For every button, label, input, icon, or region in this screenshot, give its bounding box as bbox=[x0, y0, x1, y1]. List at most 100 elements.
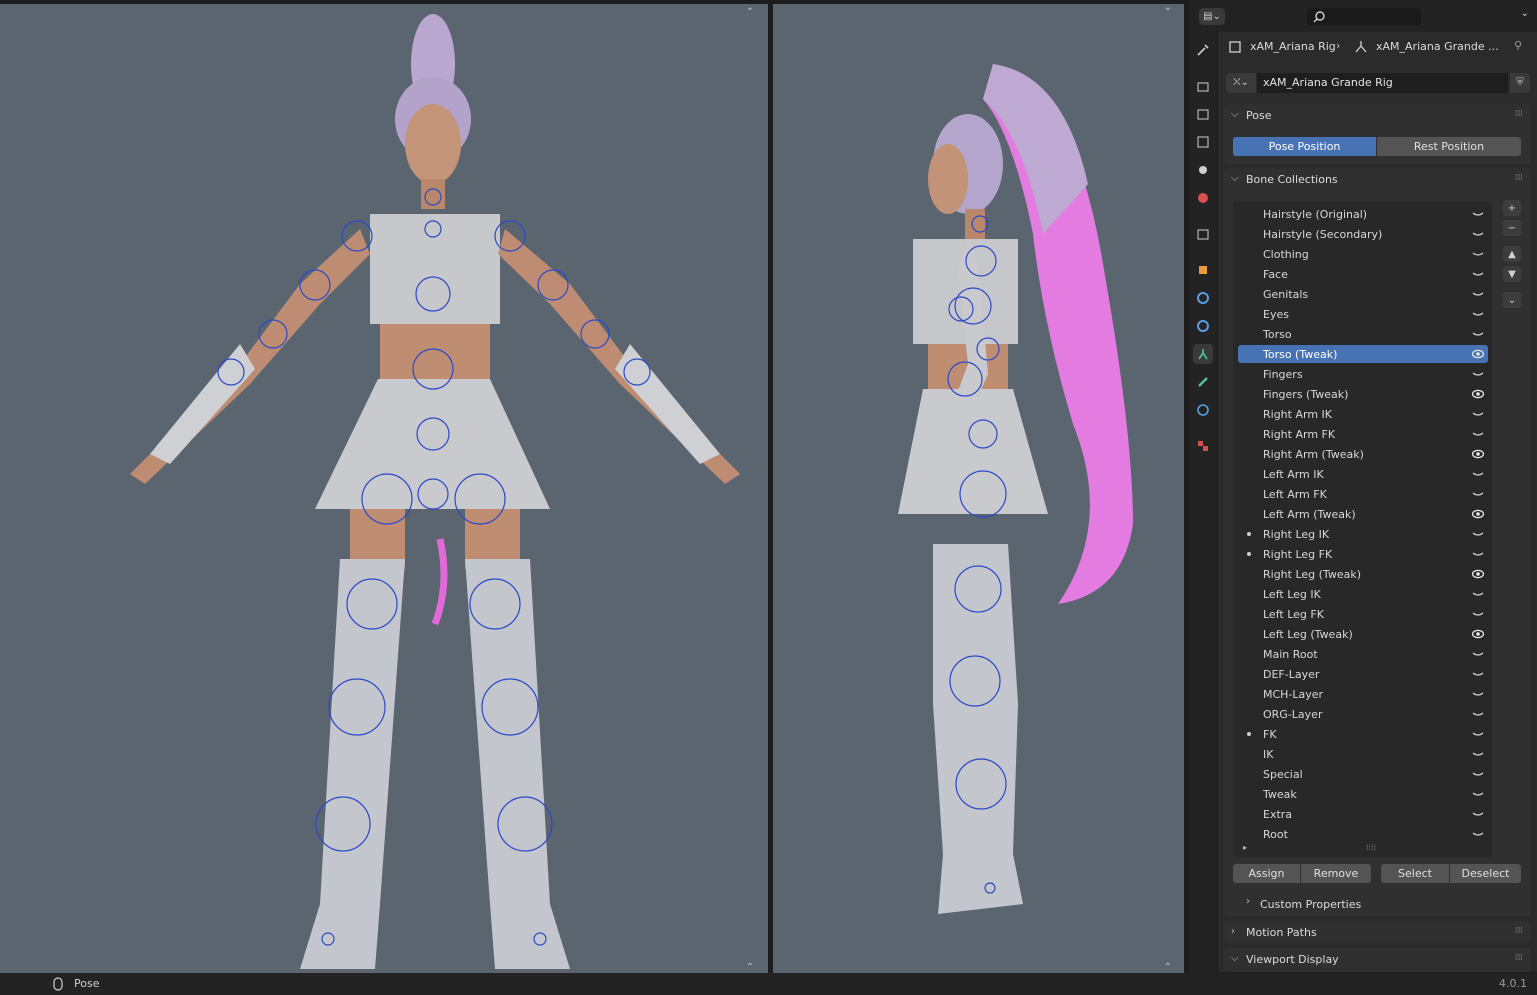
add-collection-button[interactable]: + bbox=[1503, 200, 1521, 216]
viewport-display-panel[interactable]: ⌵ Viewport Display ⁞⁞⁞⁞ bbox=[1224, 948, 1530, 972]
assign-button[interactable]: Assign bbox=[1233, 864, 1300, 883]
rest-position-button[interactable]: Rest Position bbox=[1377, 137, 1521, 156]
tool-tab-icon[interactable] bbox=[1193, 40, 1213, 60]
bone-collection-row[interactable]: Right Arm IK bbox=[1238, 405, 1488, 423]
bone-collection-row[interactable]: Eyes bbox=[1238, 305, 1488, 323]
eye-open-icon[interactable] bbox=[1472, 348, 1484, 360]
eye-closed-icon[interactable] bbox=[1472, 248, 1484, 260]
drag-handle-icon[interactable]: ⁞⁞⁞⁞ bbox=[1515, 109, 1524, 119]
bone-collection-row[interactable]: Clothing bbox=[1238, 245, 1488, 263]
pin-icon[interactable]: ⚲ bbox=[1514, 39, 1522, 52]
bone-collection-row[interactable]: Right Leg (Tweak) bbox=[1238, 565, 1488, 583]
eye-closed-icon[interactable] bbox=[1472, 548, 1484, 560]
armature-datablock-selector[interactable]: ⛌⌄ xAM_Ariana Grande Rig ⛨ bbox=[1226, 73, 1530, 93]
eye-closed-icon[interactable] bbox=[1472, 468, 1484, 480]
eye-closed-icon[interactable] bbox=[1472, 748, 1484, 760]
collection-tab-icon[interactable] bbox=[1193, 224, 1213, 244]
eye-closed-icon[interactable] bbox=[1472, 588, 1484, 600]
list-resize-grip-icon[interactable]: ⁞⁞⁞⁞ bbox=[1366, 843, 1376, 852]
bone-constraint-tab-icon[interactable] bbox=[1193, 400, 1213, 420]
bone-collections-title[interactable]: Bone Collections bbox=[1246, 173, 1338, 186]
bone-collection-row[interactable]: Right Leg IK bbox=[1238, 525, 1488, 543]
physics-tab-icon[interactable] bbox=[1193, 316, 1213, 336]
bone-collection-row[interactable]: Left Leg FK bbox=[1238, 605, 1488, 623]
area-corner-icon[interactable]: ⌃ bbox=[1164, 962, 1172, 973]
bone-collection-row[interactable]: Left Arm FK bbox=[1238, 485, 1488, 503]
chevron-down-icon[interactable]: ⌵ bbox=[1231, 109, 1239, 120]
eye-closed-icon[interactable] bbox=[1472, 368, 1484, 380]
eye-closed-icon[interactable] bbox=[1472, 828, 1484, 840]
bone-collection-row[interactable]: Tweak bbox=[1238, 785, 1488, 803]
select-button[interactable]: Select bbox=[1381, 864, 1449, 883]
output-tab-icon[interactable] bbox=[1193, 104, 1213, 124]
bone-collection-row[interactable]: Left Leg IK bbox=[1238, 585, 1488, 603]
pose-panel-title[interactable]: Pose bbox=[1246, 109, 1271, 122]
eye-closed-icon[interactable] bbox=[1472, 488, 1484, 500]
front-viewport[interactable]: ⌄ ⌃ bbox=[0, 4, 768, 973]
scene-tab-icon[interactable] bbox=[1193, 160, 1213, 180]
bone-collection-row[interactable]: Left Arm (Tweak) bbox=[1238, 505, 1488, 523]
bone-collection-row[interactable]: Left Leg (Tweak) bbox=[1238, 625, 1488, 643]
expand-arrow-icon[interactable]: ▸ bbox=[1243, 843, 1247, 852]
drag-handle-icon[interactable]: ⁞⁞⁞⁞ bbox=[1515, 926, 1524, 936]
bone-collection-row[interactable]: Genitals bbox=[1238, 285, 1488, 303]
motion-paths-panel[interactable]: › Motion Paths ⁞⁞⁞⁞ bbox=[1224, 921, 1530, 943]
eye-closed-icon[interactable] bbox=[1472, 408, 1484, 420]
move-up-button[interactable]: ▲ bbox=[1503, 246, 1521, 262]
armature-name-field[interactable]: xAM_Ariana Grande Rig bbox=[1263, 76, 1393, 89]
eye-closed-icon[interactable] bbox=[1472, 208, 1484, 220]
bone-collection-row[interactable]: DEF-Layer bbox=[1238, 665, 1488, 683]
eye-closed-icon[interactable] bbox=[1472, 428, 1484, 440]
view-layer-tab-icon[interactable] bbox=[1193, 132, 1213, 152]
render-tab-icon[interactable] bbox=[1193, 76, 1213, 96]
bone-collection-row[interactable]: Main Root bbox=[1238, 645, 1488, 663]
bone-collection-row[interactable]: Right Leg FK bbox=[1238, 545, 1488, 563]
eye-closed-icon[interactable] bbox=[1472, 688, 1484, 700]
bone-collection-row[interactable]: Special bbox=[1238, 765, 1488, 783]
bone-collection-row[interactable]: Left Arm IK bbox=[1238, 465, 1488, 483]
deselect-button[interactable]: Deselect bbox=[1450, 864, 1521, 883]
modifier-tab-icon[interactable] bbox=[1193, 288, 1213, 308]
remove-button[interactable]: Remove bbox=[1301, 864, 1371, 883]
eye-open-icon[interactable] bbox=[1472, 448, 1484, 460]
side-viewport[interactable]: ⌄ ⌃ bbox=[773, 4, 1184, 973]
remove-collection-button[interactable]: − bbox=[1503, 220, 1521, 236]
eye-closed-icon[interactable] bbox=[1472, 788, 1484, 800]
eye-closed-icon[interactable] bbox=[1472, 288, 1484, 300]
eye-closed-icon[interactable] bbox=[1472, 528, 1484, 540]
specials-menu-button[interactable]: ⌄ bbox=[1503, 292, 1521, 308]
eye-closed-icon[interactable] bbox=[1472, 708, 1484, 720]
bone-collection-row[interactable]: Face bbox=[1238, 265, 1488, 283]
drag-handle-icon[interactable]: ⁞⁞⁞⁞ bbox=[1515, 953, 1524, 963]
eye-closed-icon[interactable] bbox=[1472, 728, 1484, 740]
pose-position-button[interactable]: Pose Position bbox=[1233, 137, 1376, 156]
eye-closed-icon[interactable] bbox=[1472, 228, 1484, 240]
eye-open-icon[interactable] bbox=[1472, 388, 1484, 400]
eye-closed-icon[interactable] bbox=[1472, 768, 1484, 780]
move-down-button[interactable]: ▼ bbox=[1503, 266, 1521, 282]
drag-handle-icon[interactable]: ⁞⁞⁞⁞ bbox=[1515, 173, 1524, 183]
bone-collection-row[interactable]: MCH-Layer bbox=[1238, 685, 1488, 703]
bone-collection-row[interactable]: Right Arm (Tweak) bbox=[1238, 445, 1488, 463]
texture-tab-icon[interactable] bbox=[1193, 436, 1213, 456]
fake-user-shield-icon[interactable]: ⛨ bbox=[1510, 73, 1530, 93]
editor-type-button[interactable]: ▤⌄ bbox=[1199, 8, 1225, 25]
chevron-down-icon[interactable]: ⌵ bbox=[1231, 173, 1239, 184]
bone-tab-icon[interactable] bbox=[1193, 372, 1213, 392]
bone-collection-row[interactable]: FK bbox=[1238, 725, 1488, 743]
eye-closed-icon[interactable] bbox=[1472, 808, 1484, 820]
eye-closed-icon[interactable] bbox=[1472, 268, 1484, 280]
bone-collection-row[interactable]: Torso (Tweak) bbox=[1238, 345, 1488, 363]
bone-collection-row[interactable]: Hairstyle (Secondary) bbox=[1238, 225, 1488, 243]
bone-collection-row[interactable]: ORG-Layer bbox=[1238, 705, 1488, 723]
bone-collection-row[interactable]: Extra bbox=[1238, 805, 1488, 823]
eye-open-icon[interactable] bbox=[1472, 628, 1484, 640]
bone-collection-row[interactable]: Torso bbox=[1238, 325, 1488, 343]
world-tab-icon[interactable] bbox=[1193, 188, 1213, 208]
chevron-down-icon[interactable]: ⌄ bbox=[1521, 8, 1529, 19]
area-corner-icon[interactable]: ⌄ bbox=[746, 4, 754, 13]
eye-closed-icon[interactable] bbox=[1472, 668, 1484, 680]
bone-collection-row[interactable]: Fingers (Tweak) bbox=[1238, 385, 1488, 403]
eye-closed-icon[interactable] bbox=[1472, 328, 1484, 340]
area-corner-icon[interactable]: ⌄ bbox=[1164, 4, 1172, 13]
